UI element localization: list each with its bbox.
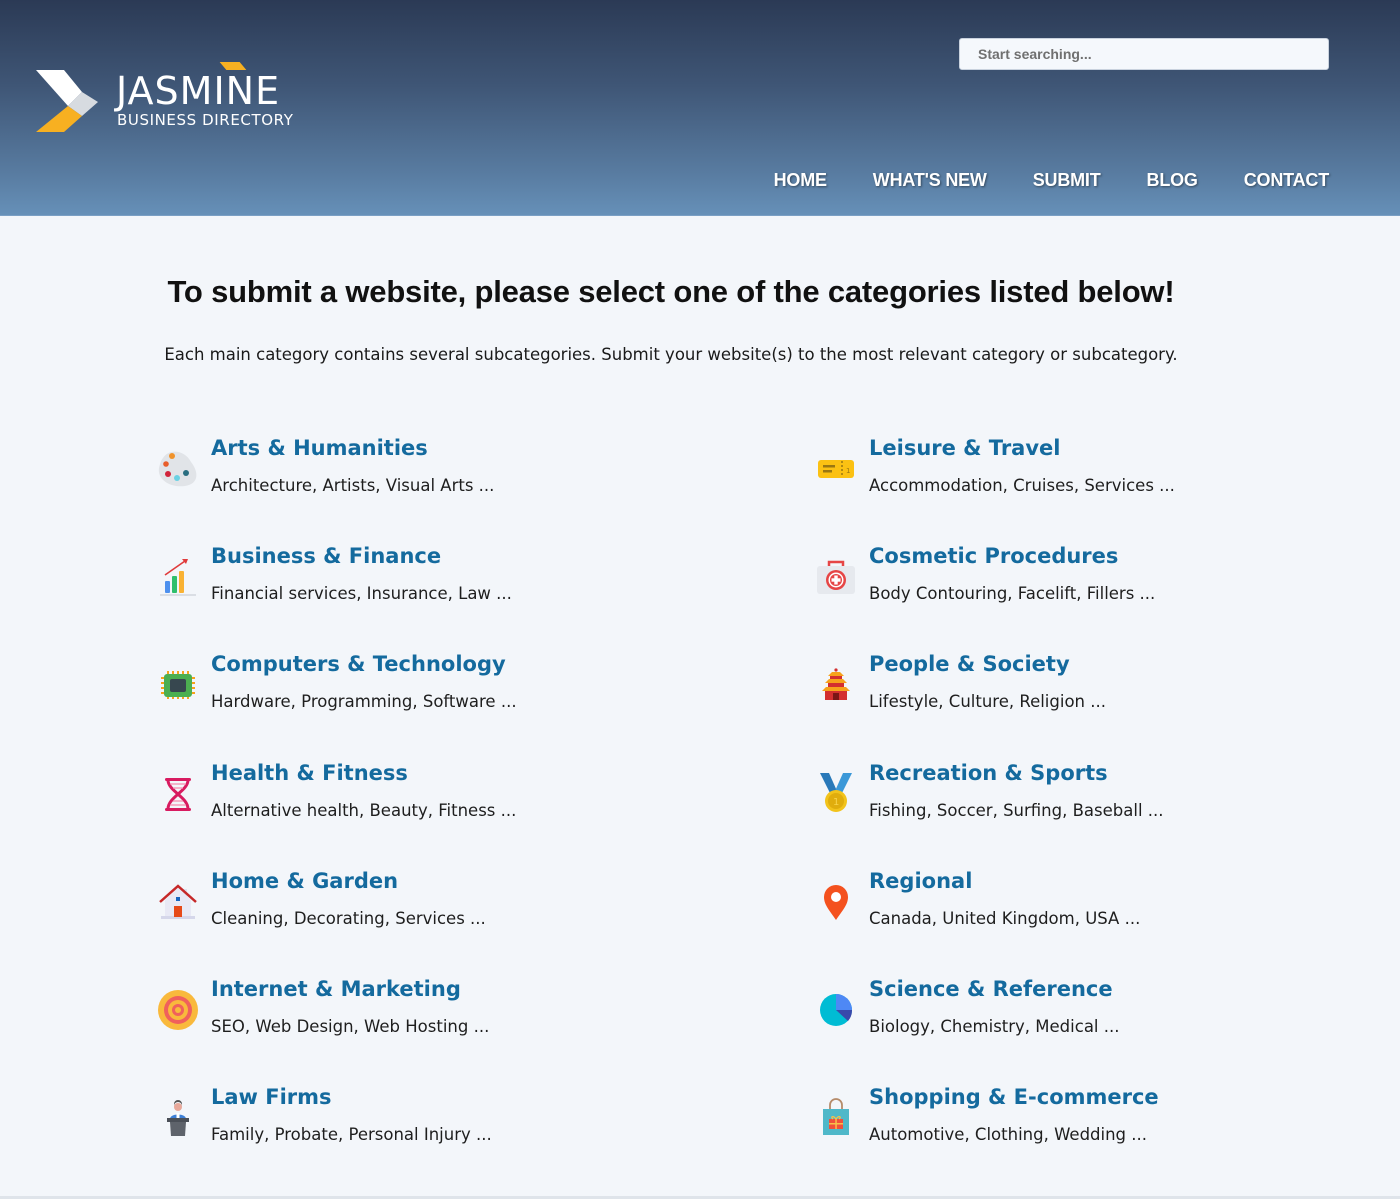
category-item: Health & Fitness Alternative health, Bea… [155,761,675,841]
category-link[interactable]: Leisure & Travel [869,436,1060,460]
nav-submit[interactable]: SUBMIT [1033,170,1101,191]
category-item: Business & Finance Financial services, I… [155,544,675,624]
category-item: Law Firms Family, Probate, Personal Inju… [155,1085,675,1165]
category-link[interactable]: Computers & Technology [211,652,506,676]
category-subcategories: Financial services, Insurance, Law ... [211,584,512,603]
category-subcategories: Automotive, Clothing, Wedding ... [869,1125,1148,1144]
category-item: Cosmetic Procedures Body Contouring, Fac… [813,544,1333,624]
category-item: 1 Recreation & Sports Fishing, Soccer, S… [813,761,1333,841]
category-item: Home & Garden Cleaning, Decorating, Serv… [155,869,675,949]
main-nav: HOME WHAT'S NEW SUBMIT BLOG CONTACT [728,170,1330,191]
category-link[interactable]: Shopping & E-commerce [869,1085,1159,1109]
category-subcategories: Biology, Chemistry, Medical ... [869,1017,1120,1036]
category-item: Shopping & E-commerce Automotive, Clothi… [813,1085,1333,1165]
cpu-chip-icon [161,671,195,699]
logo-subtitle: BUSINESS DIRECTORY [117,111,294,129]
category-subcategories: Canada, United Kingdom, USA ... [869,909,1141,928]
bar-chart-icon [160,559,196,596]
target-icon [158,990,198,1030]
site-logo[interactable]: JASMINE BUSINESS DIRECTORY [36,60,306,136]
lawyer-podium-icon [167,1100,189,1136]
category-item: People & Society Lifestyle, Culture, Rel… [813,652,1333,732]
category-subcategories: Accommodation, Cruises, Services ... [869,476,1175,495]
category-subcategories: Family, Probate, Personal Injury ... [211,1125,492,1144]
map-pin-icon [824,885,848,920]
dna-icon [165,778,191,811]
nav-blog[interactable]: BLOG [1147,170,1198,191]
nav-whats-new[interactable]: WHAT'S NEW [873,170,987,191]
shopping-bag-icon [823,1098,849,1135]
category-link[interactable]: Arts & Humanities [211,436,428,460]
category-link[interactable]: Recreation & Sports [869,761,1108,785]
category-subcategories: Body Contouring, Facelift, Fillers ... [869,584,1156,603]
category-link[interactable]: Cosmetic Procedures [869,544,1118,568]
category-link[interactable]: Science & Reference [869,977,1113,1001]
category-link[interactable]: People & Society [869,652,1070,676]
search-input[interactable] [959,38,1329,70]
category-item: Internet & Marketing SEO, Web Design, We… [155,977,675,1057]
category-link[interactable]: Regional [869,869,972,893]
logo-title: JASMINE [116,69,281,113]
category-link[interactable]: Health & Fitness [211,761,408,785]
category-subcategories: Architecture, Artists, Visual Arts ... [211,476,495,495]
category-subcategories: Alternative health, Beauty, Fitness ... [211,801,517,820]
category-item: 1 Leisure & Travel Accommodation, Cruise… [813,436,1333,516]
category-item: Arts & Humanities Architecture, Artists,… [155,436,675,516]
chevron-logo-icon [36,70,98,132]
category-subcategories: Hardware, Programming, Software ... [211,692,517,711]
first-aid-kit-icon [817,560,855,594]
category-subcategories: SEO, Web Design, Web Hosting ... [211,1017,490,1036]
site-header: JASMINE BUSINESS DIRECTORY HOME WHAT'S N… [0,0,1400,216]
category-item: Computers & Technology Hardware, Program… [155,652,675,732]
medal-icon: 1 [820,773,852,812]
nav-home[interactable]: HOME [774,170,827,191]
pie-chart-icon [820,994,853,1026]
category-link[interactable]: Law Firms [211,1085,332,1109]
category-link[interactable]: Business & Finance [211,544,441,568]
palette-icon [158,451,197,487]
category-link[interactable]: Internet & Marketing [211,977,461,1001]
nav-contact[interactable]: CONTACT [1244,170,1329,191]
intro-text: Each main category contains several subc… [164,345,1178,364]
category-item: Science & Reference Biology, Chemistry, … [813,977,1333,1057]
category-item: Regional Canada, United Kingdom, USA ... [813,869,1333,949]
category-subcategories: Cleaning, Decorating, Services ... [211,909,486,928]
pagoda-icon [822,668,850,700]
svg-text:1: 1 [833,797,839,808]
ticket-icon: 1 [818,460,854,478]
category-subcategories: Lifestyle, Culture, Religion ... [869,692,1106,711]
house-icon [159,884,197,919]
category-subcategories: Fishing, Soccer, Surfing, Baseball ... [869,801,1164,820]
page-title: To submit a website, please select one o… [167,274,1175,309]
category-link[interactable]: Home & Garden [211,869,398,893]
svg-text:1: 1 [846,467,850,475]
